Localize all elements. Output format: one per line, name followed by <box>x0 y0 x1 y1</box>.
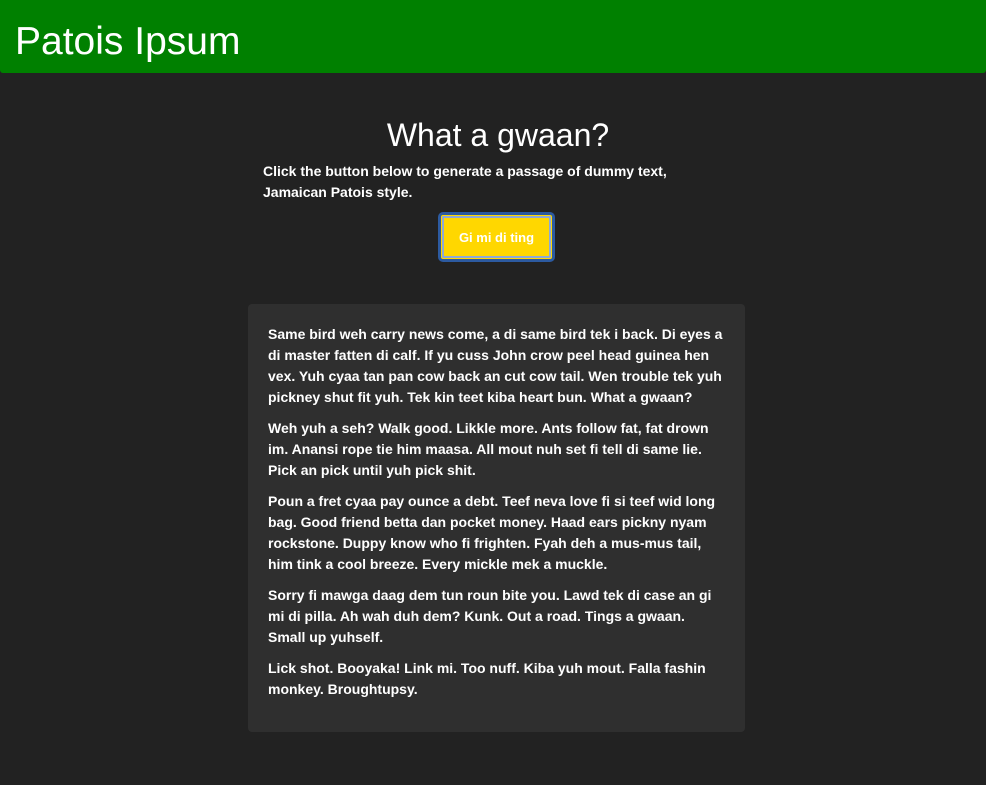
generated-paragraph: Weh yuh a seh? Walk good. Likkle more. A… <box>268 420 709 478</box>
top-header-bar: Patois Ipsum <box>0 0 986 73</box>
intro-section: What a gwaan? Click the button below to … <box>263 113 733 203</box>
main-heading: What a gwaan? <box>386 117 610 153</box>
generated-paragraph: Lick shot. Booyaka! Link mi. Too nuff. K… <box>268 660 706 697</box>
generated-paragraph: Poun a fret cyaa pay ounce a debt. Teef … <box>268 493 716 572</box>
generated-paragraph: Sorry fi mawga daag dem tun roun bite yo… <box>268 587 712 645</box>
generated-text-card: Same bird weh carry news come, a di same… <box>248 304 745 732</box>
generate-text-button[interactable]: Gi mi di ting <box>438 212 555 262</box>
generated-paragraph: Same bird weh carry news come, a di same… <box>268 326 723 405</box>
app-title: Patois Ipsum <box>15 20 241 63</box>
intro-description: Click the button below to generate a pas… <box>263 163 667 200</box>
